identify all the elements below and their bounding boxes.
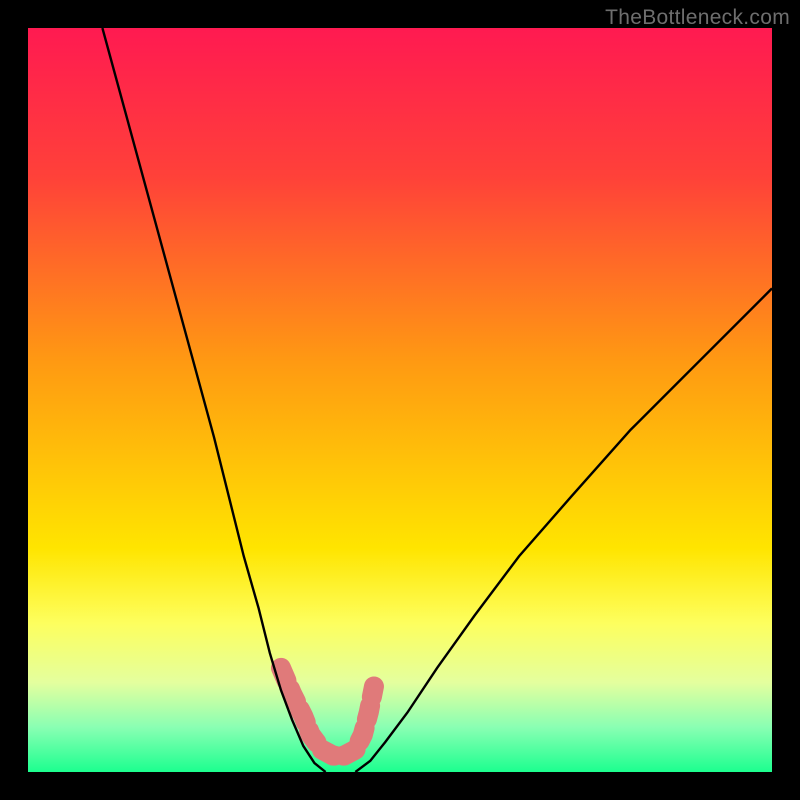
- chart-frame: TheBottleneck.com: [0, 0, 800, 800]
- curves-layer: [28, 28, 772, 772]
- left-curve: [102, 28, 325, 772]
- right-curve: [355, 288, 772, 772]
- floor-salmon-band: [281, 668, 374, 756]
- watermark-text: TheBottleneck.com: [605, 6, 790, 30]
- plot-area: [28, 28, 772, 772]
